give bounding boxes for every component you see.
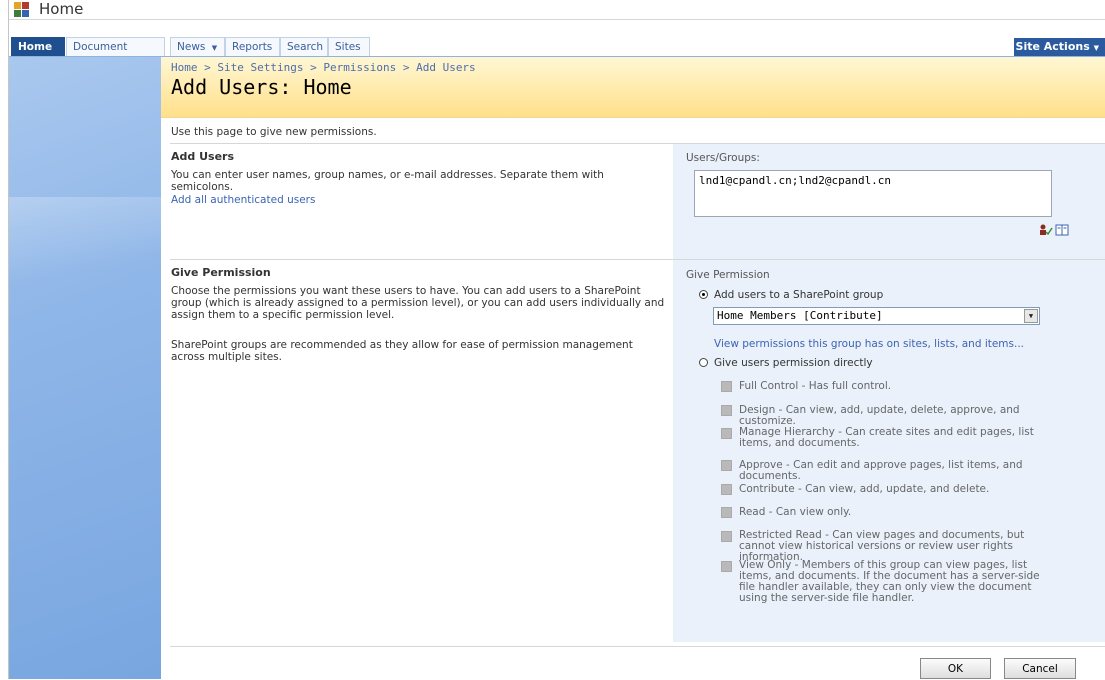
check-names-icon[interactable] [1039,224,1053,239]
manage-hierarchy-checkbox[interactable] [721,428,732,439]
site-actions-label: Site Actions [1015,40,1090,53]
breadcrumb-current: Add Users [416,61,476,74]
view-only-checkbox[interactable] [721,561,732,572]
tab-news-label: News [177,41,206,53]
tab-home[interactable]: Home [11,37,65,56]
browser-frame: Home Home Document Center News ▼ Reports… [8,0,1105,679]
tab-reports[interactable]: Reports [225,37,280,56]
tab-news[interactable]: News ▼ [170,37,225,56]
group-select-value: Home Members [Contribute] [717,309,883,322]
chevron-down-icon[interactable]: ▼ [212,44,217,52]
contribute-checkbox[interactable] [721,484,732,495]
add-users-description: You can enter user names, group names, o… [171,169,604,193]
page-title: Add Users: Home [171,75,352,99]
chevron-down-icon[interactable]: ▼ [1024,309,1038,323]
breadcrumb-permissions[interactable]: Permissions [323,61,396,74]
approve-checkbox[interactable] [721,460,732,471]
full-control-label: Full Control - Has full control. [739,380,892,392]
panel-sheen [9,197,161,317]
view-only-label: View Only - Members of this group can vi… [739,559,1040,604]
tab-sites[interactable]: Sites [328,37,370,56]
site-title-bar: Home [9,0,1105,20]
section-divider [170,646,1105,647]
sharepoint-groups-note: SharePoint groups are recommended as the… [171,339,633,363]
tab-document-center[interactable]: Document Center [66,37,165,72]
give-direct-permission-label: Give users permission directly [714,357,873,369]
address-book-icon[interactable] [1055,224,1069,239]
give-direct-permission-radio[interactable] [699,358,708,367]
design-checkbox[interactable] [721,405,732,416]
manage-hierarchy-label: Manage Hierarchy - Can create sites and … [739,426,1034,449]
add-authenticated-users-link[interactable]: Add all authenticated users [171,194,315,206]
breadcrumb-site-settings[interactable]: Site Settings [217,61,303,74]
add-users-heading: Add Users [171,150,235,163]
design-label: Design - Can view, add, update, delete, … [739,404,1020,427]
approve-label: Approve - Can edit and approve pages, li… [739,459,1023,482]
tab-search[interactable]: Search [280,37,328,56]
contribute-label: Contribute - Can view, add, update, and … [739,483,990,495]
left-navigation-panel [9,57,161,679]
site-logo-icon [14,2,32,18]
group-select[interactable]: Home Members [Contribute] ▼ [713,307,1040,325]
add-to-group-label: Add users to a SharePoint group [714,289,884,301]
site-title[interactable]: Home [39,0,83,18]
read-label: Read - Can view only. [739,506,852,518]
chevron-down-icon: ▼ [1093,44,1099,52]
add-to-group-radio[interactable] [699,290,708,299]
ok-button[interactable]: OK [920,658,991,679]
breadcrumb-separator: > [310,61,317,74]
page-header: Home > Site Settings > Permissions > Add… [161,57,1105,118]
breadcrumb-home[interactable]: Home [171,61,198,74]
give-permission-label: Give Permission [686,269,770,281]
breadcrumb: Home > Site Settings > Permissions > Add… [171,61,476,74]
site-actions-menu[interactable]: Site Actions ▼ [1014,38,1105,56]
cancel-button[interactable]: Cancel [1004,658,1076,679]
users-groups-input[interactable]: lnd1@cpandl.cn;lnd2@cpandl.cn [694,170,1052,217]
breadcrumb-separator: > [402,61,410,74]
breadcrumb-separator: > [204,61,211,74]
users-groups-label: Users/Groups: [686,152,760,164]
read-checkbox[interactable] [721,507,732,518]
give-permission-heading: Give Permission [171,266,271,279]
give-permission-description: Choose the permissions you want these us… [171,285,665,321]
page-description: Use this page to give new permissions. [171,126,377,138]
full-control-checkbox[interactable] [721,381,732,392]
restricted-read-checkbox[interactable] [721,531,732,542]
view-group-permissions-link[interactable]: View permissions this group has on sites… [714,338,1024,350]
